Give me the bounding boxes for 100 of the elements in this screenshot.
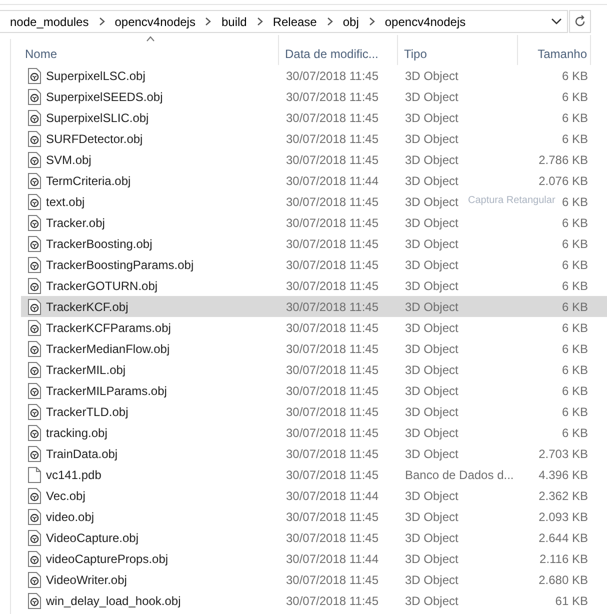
file-row[interactable]: videoCaptureProps.obj 30/07/2018 11:44 3D Object 2.116 KB: [21, 548, 607, 569]
file-size: 6 KB: [562, 216, 589, 230]
file-row[interactable]: SVM.obj 30/07/2018 11:45 3D Object 2.786 KB: [21, 149, 607, 170]
cube-file-icon: [28, 236, 41, 252]
file-row[interactable]: VideoCapture.obj 30/07/2018 11:45 3D Object 2.644 KB: [21, 527, 607, 548]
cube-file-icon: [28, 152, 41, 168]
modified-date: 30/07/2018 11:45: [285, 278, 379, 292]
file-size: 61 KB: [555, 594, 589, 608]
file-name: Tracker.obj: [46, 216, 105, 230]
file-size: 6 KB: [562, 68, 589, 82]
path-segment[interactable]: opencv4nodejs: [384, 14, 466, 28]
file-size: 6 KB: [562, 404, 589, 418]
file-row[interactable]: VideoWriter.obj 30/07/2018 11:45 3D Object 2.680 KB: [21, 569, 607, 590]
file-row[interactable]: SuperpixelLSC.obj 30/07/2018 11:45 3D Object 6 KB: [21, 65, 607, 86]
cube-file-icon: [28, 572, 41, 588]
refresh-button[interactable]: [569, 10, 591, 33]
file-row[interactable]: TrackerKCF.obj 30/07/2018 11:45 3D Object 6 KB: [21, 296, 607, 317]
file-name: win_delay_load_hook.obj: [46, 594, 181, 608]
file-type: 3D Object: [404, 152, 458, 166]
address-bar[interactable]: node_modules opencv4nodejs build Release obj opencv4nodejs: [0, 10, 568, 33]
modified-date: 30/07/2018 11:45: [285, 426, 379, 440]
cube-file-icon: [28, 88, 41, 104]
file-type: 3D Object: [404, 488, 458, 502]
file-row[interactable]: text.obj 30/07/2018 11:45 3D Object Captura Retangular 6 KB: [21, 191, 607, 212]
file-row[interactable]: vc141.pdb 30/07/2018 11:45 Banco de Dados d... 4.396 KB: [21, 464, 607, 485]
file-row[interactable]: TrackerTLD.obj 30/07/2018 11:45 3D Object 6 KB: [21, 401, 607, 422]
file-type: 3D Object: [404, 300, 458, 314]
chevron-right-icon: [256, 17, 264, 26]
cube-file-icon: [28, 278, 41, 294]
file-row[interactable]: win_delay_load_hook.obj 30/07/2018 11:45 3D Object 61 KB: [21, 590, 607, 611]
file-size: 2.786 KB: [538, 152, 589, 166]
file-name: TermCriteria.obj: [46, 174, 131, 188]
file-row[interactable]: tracking.obj 30/07/2018 11:45 3D Object 6 KB: [21, 422, 607, 443]
file-type: 3D Object: [404, 90, 458, 104]
file-name: SuperpixelSLIC.obj: [46, 110, 149, 124]
file-row[interactable]: SuperpixelSLIC.obj 30/07/2018 11:45 3D Object 6 KB: [21, 107, 607, 128]
file-row[interactable]: TrackerKCFParams.obj 30/07/2018 11:45 3D Object 6 KB: [21, 317, 607, 338]
modified-date: 30/07/2018 11:45: [285, 468, 379, 482]
cube-file-icon: [28, 446, 41, 462]
file-name: TrackerMILParams.obj: [46, 384, 167, 398]
file-type: 3D Object: [404, 426, 458, 440]
file-row[interactable]: TrackerBoostingParams.obj 30/07/2018 11:45 3D Object 6 KB: [21, 254, 607, 275]
file-size: 6 KB: [562, 90, 589, 104]
file-name: TrackerBoostingParams.obj: [46, 258, 194, 272]
file-row[interactable]: TrackerGOTURN.obj 30/07/2018 11:45 3D Object 6 KB: [21, 275, 607, 296]
file-name: tracking.obj: [46, 426, 108, 440]
file-name: video.obj: [46, 510, 94, 524]
modified-date: 30/07/2018 11:45: [285, 110, 379, 124]
file-size: 2.703 KB: [538, 446, 589, 460]
file-row[interactable]: TrackerBoosting.obj 30/07/2018 11:45 3D Object 6 KB: [21, 233, 607, 254]
file-row[interactable]: TrainData.obj 30/07/2018 11:45 3D Object 2.703 KB: [21, 443, 607, 464]
path-segment[interactable]: Release: [272, 14, 317, 28]
file-row[interactable]: TrackerMedianFlow.obj 30/07/2018 11:45 3D Object 6 KB: [21, 338, 607, 359]
path-segment[interactable]: obj: [342, 14, 359, 28]
file-size: 6 KB: [562, 384, 589, 398]
file-row[interactable]: Tracker.obj 30/07/2018 11:45 3D Object 6 KB: [21, 212, 607, 233]
file-size: 6 KB: [562, 258, 589, 272]
file-name: VideoCapture.obj: [46, 530, 139, 544]
file-type: 3D Object: [404, 320, 458, 334]
cube-file-icon: [28, 256, 41, 272]
file-row[interactable]: TrackerMIL.obj 30/07/2018 11:45 3D Object 6 KB: [21, 359, 607, 380]
chevron-down-icon[interactable]: [551, 18, 562, 25]
file-row[interactable]: video.obj 30/07/2018 11:45 3D Object 2.093 KB: [21, 506, 607, 527]
file-type: 3D Object: [404, 510, 458, 524]
modified-date: 30/07/2018 11:45: [285, 572, 379, 586]
cube-file-icon: [28, 592, 41, 608]
file-name: TrackerMedianFlow.obj: [46, 342, 170, 356]
modified-date: 30/07/2018 11:45: [285, 132, 379, 146]
file-type: 3D Object: [404, 278, 458, 292]
cube-file-icon: [28, 550, 41, 566]
file-type: 3D Object: [404, 342, 458, 356]
path-segment[interactable]: build: [221, 14, 247, 28]
file-size: 6 KB: [562, 342, 589, 356]
file-row[interactable]: SuperpixelSEEDS.obj 30/07/2018 11:45 3D Object 6 KB: [21, 86, 607, 107]
file-size: 6 KB: [562, 194, 589, 208]
file-size: 6 KB: [562, 132, 589, 146]
file-size: 6 KB: [562, 426, 589, 440]
file-type: 3D Object: [404, 446, 458, 460]
file-type: 3D Object: [404, 594, 458, 608]
file-row[interactable]: TermCriteria.obj 30/07/2018 11:44 3D Object 2.076 KB: [21, 170, 607, 191]
file-row[interactable]: SURFDetector.obj 30/07/2018 11:45 3D Object 6 KB: [21, 128, 607, 149]
file-row[interactable]: Vec.obj 30/07/2018 11:44 3D Object 2.362 KB: [21, 485, 607, 506]
document-icon: [28, 466, 41, 482]
file-row[interactable]: TrackerMILParams.obj 30/07/2018 11:45 3D Object 6 KB: [21, 380, 607, 401]
cube-file-icon: [28, 110, 41, 126]
file-size: 2.362 KB: [538, 488, 589, 502]
cube-file-icon: [28, 214, 41, 230]
file-type: 3D Object: [404, 384, 458, 398]
path-segment[interactable]: opencv4nodejs: [114, 14, 196, 28]
path-segment[interactable]: node_modules: [10, 14, 89, 28]
file-size: 6 KB: [562, 320, 589, 334]
file-type: 3D Object: [404, 236, 458, 250]
file-size: 4.396 KB: [538, 468, 589, 482]
file-size: 2.644 KB: [538, 530, 589, 544]
file-size: 6 KB: [562, 110, 589, 124]
modified-date: 30/07/2018 11:45: [285, 362, 379, 376]
file-type: 3D Object: [404, 362, 458, 376]
file-name: SuperpixelSEEDS.obj: [46, 90, 163, 104]
modified-date: 30/07/2018 11:45: [285, 152, 379, 166]
modified-date: 30/07/2018 11:45: [285, 194, 379, 208]
